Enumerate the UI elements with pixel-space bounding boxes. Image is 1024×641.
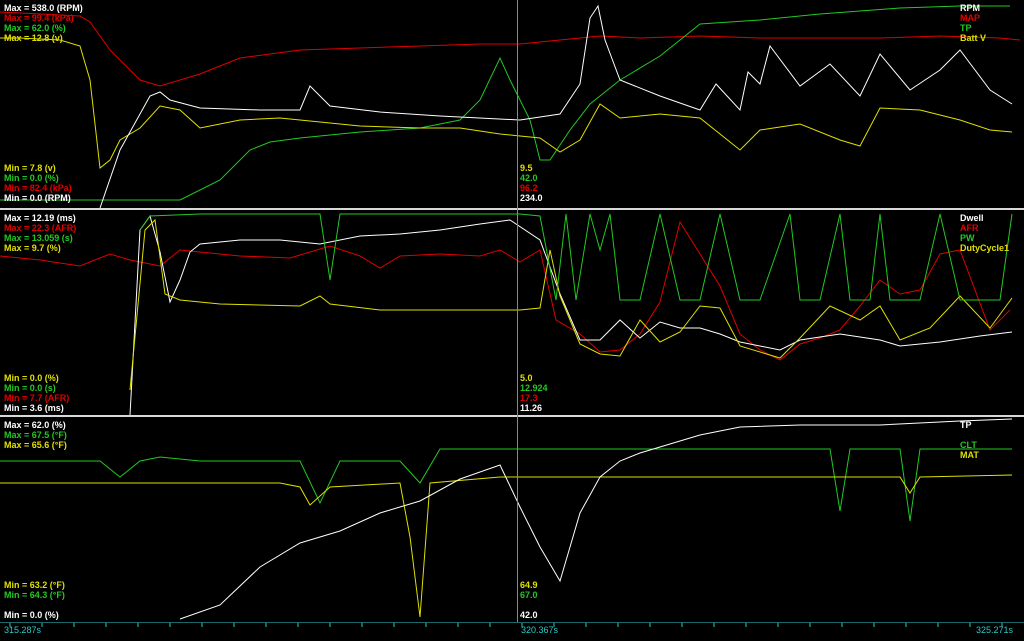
- label-0: 5.0: [520, 373, 533, 383]
- dwell-trace: [129, 214, 1013, 415]
- label-2: 17.3: [520, 393, 538, 403]
- label-2: Max = 13.059 (s): [4, 233, 73, 243]
- label-3: Min = 3.6 (ms): [4, 403, 64, 413]
- label-3: Min = 0.0 (RPM): [4, 193, 71, 203]
- label-0: Max = 62.0 (%): [4, 420, 66, 430]
- time-cursor[interactable]: [517, 0, 518, 622]
- label-3: Min = 0.0 (%): [4, 610, 59, 620]
- label-2: Max = 65.6 (°F): [4, 440, 67, 450]
- tp-trace: [0, 5, 1010, 201]
- label-0: 64.9: [520, 580, 538, 590]
- label-3: Batt V: [960, 33, 987, 43]
- label-1: AFR: [960, 223, 979, 233]
- label-2: TP: [960, 23, 972, 33]
- map-trace: [0, 11, 1021, 87]
- label-1: 12.924: [520, 383, 548, 393]
- label-3: Max = 9.7 (%): [4, 243, 61, 253]
- timeline-cursor: 320.367s: [521, 625, 559, 635]
- battv-trace: [0, 37, 1013, 169]
- label-3: 234.0: [520, 193, 543, 203]
- rpm-trace: [99, 4, 1013, 208]
- label-2: CLT: [960, 440, 977, 450]
- label-0: Dwell: [960, 213, 984, 223]
- chart-panel-fuel[interactable]: Max = 12.19 (ms) Max = 22.3 (AFR) Max = 13…: [0, 210, 1024, 415]
- chart-panel-temps[interactable]: Max = 62.0 (%) Max = 67.5 (°F) Max = 65.6 …: [0, 417, 1024, 622]
- label-1: 42.0: [520, 173, 538, 183]
- label-0: TP: [960, 420, 972, 430]
- label-2: Min = 7.7 (AFR): [4, 393, 70, 403]
- engine-traces: [0, 4, 1021, 208]
- timeline-start: 315.287s: [4, 625, 42, 635]
- label-0: RPM: [960, 3, 980, 13]
- label-3: MAT: [960, 450, 979, 460]
- label-3: DutyCycle1: [960, 243, 1010, 253]
- label-2: 96.2: [520, 183, 538, 193]
- label-3: 42.0: [520, 610, 538, 620]
- afr-trace: [0, 220, 1011, 361]
- label-2: Max = 62.0 (%): [4, 23, 66, 33]
- label-1: Max = 99.4 (kPa): [4, 13, 74, 23]
- timeline-ticks: [9, 623, 1003, 627]
- label-1: Max = 22.3 (AFR): [4, 223, 77, 233]
- label-2: PW: [960, 233, 975, 243]
- label-1: MAP: [960, 13, 980, 23]
- label-0: Max = 12.19 (ms): [4, 213, 76, 223]
- label-1: Max = 67.5 (°F): [4, 430, 67, 440]
- label-1: Min = 0.0 (s): [4, 383, 56, 393]
- label-0: Min = 0.0 (%): [4, 373, 59, 383]
- dutycycle-trace: [129, 218, 1013, 391]
- label-3: Max = 12.8 (v): [4, 33, 63, 43]
- temp-traces: [0, 418, 1013, 620]
- label-0: 9.5: [520, 163, 533, 173]
- timeline-bar[interactable]: 315.287s 320.367s 325.271s: [0, 622, 1024, 641]
- label-3: 11.26: [520, 403, 543, 413]
- clt-trace: [0, 448, 1012, 522]
- mat-trace: [0, 474, 1013, 618]
- label-0: Max = 538.0 (RPM): [4, 3, 83, 13]
- label-1: Min = 64.3 (°F): [4, 590, 65, 600]
- label-1: Min = 0.0 (%): [4, 173, 59, 183]
- label-0: Min = 63.2 (°F): [4, 580, 65, 590]
- label-0: Min = 7.8 (v): [4, 163, 56, 173]
- timeline-end: 325.271s: [976, 625, 1014, 635]
- label-2: Min = 82.4 (kPa): [4, 183, 72, 193]
- chart-panel-engine[interactable]: Max = 538.0 (RPM) Max = 99.4 (kPa) Max = 6…: [0, 0, 1024, 208]
- label-1: 67.0: [520, 590, 538, 600]
- fuel-traces: [0, 213, 1013, 415]
